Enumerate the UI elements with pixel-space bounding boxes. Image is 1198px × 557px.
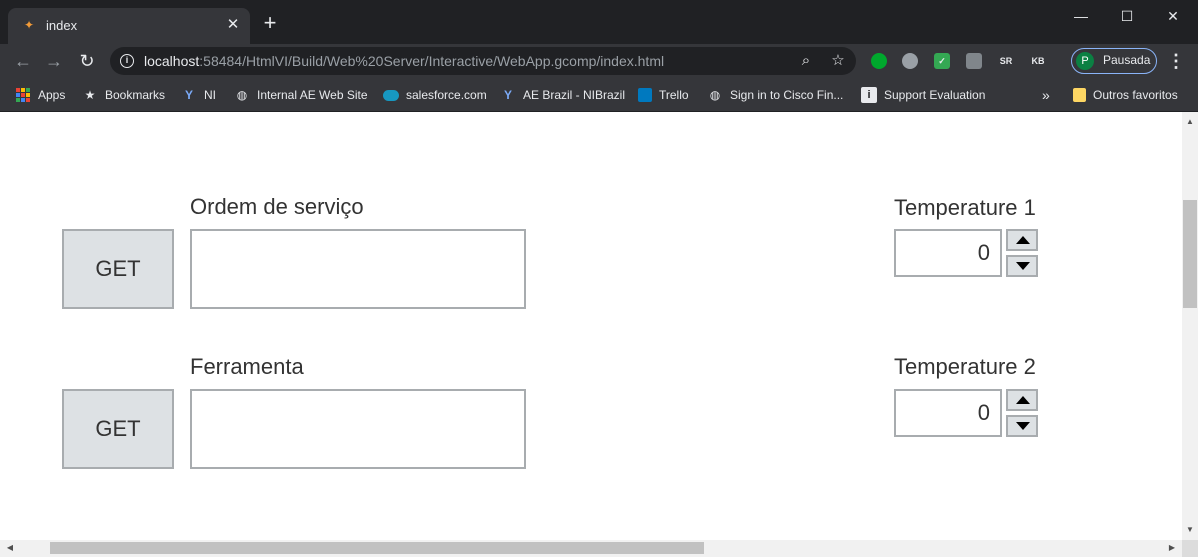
trello-icon [638,88,652,102]
bookmark-label: Trello [659,88,689,102]
reload-icon[interactable]: ↻ [75,49,99,73]
scroll-right-arrow-icon[interactable]: ▶ [1164,540,1180,556]
bookmarks-overflow-chevron-icon[interactable]: » [1042,85,1050,105]
bookmark-internal-ae[interactable]: ◍ Internal AE Web Site [234,85,368,105]
bookmark-label: AE Brazil - NIBrazil [523,88,626,102]
profile-label: Pausada [1103,53,1151,67]
kb-extension-icon[interactable]: KB [1030,53,1046,69]
apps-grid-icon [16,88,30,102]
tab-title: index [46,18,78,33]
title-bar: ✦ index ✕ + — ☐ ✕ [0,0,1198,44]
get-ordem-button[interactable]: GET [62,229,174,309]
temperature-2-decrement[interactable] [1006,415,1038,437]
scroll-down-arrow-icon[interactable]: ▼ [1182,522,1198,538]
bookmark-label: Sign in to Cisco Fin... [730,88,844,102]
folder-icon [1073,88,1086,102]
bookmark-other-favorites[interactable]: Outros favoritos [1073,85,1178,105]
scrollbar-corner [1182,540,1198,557]
ni-icon: Y [503,88,512,102]
star-icon: ★ [84,88,96,102]
temperature-2-numeric[interactable]: 0 [894,389,1002,437]
temperature-1-decrement[interactable] [1006,255,1038,277]
bookmark-ni[interactable]: Y NI [181,85,216,105]
ordem-servico-field[interactable] [190,229,526,309]
bookmark-bookmarks[interactable]: ★ Bookmarks [82,85,165,105]
bookmark-label: NI [204,88,216,102]
back-arrow-icon[interactable]: ← [11,49,35,73]
temperature-2-increment[interactable] [1006,389,1038,411]
arrow-down-icon [1016,422,1030,430]
bookmark-label: Internal AE Web Site [257,88,368,102]
info-icon: i [861,87,877,103]
bookmark-apps[interactable]: Apps [16,85,65,105]
evernote-icon[interactable] [871,53,887,69]
sr-extension-icon[interactable]: SR [998,53,1014,69]
menu-dots-icon[interactable]: ⋮ [1166,49,1186,73]
bookmark-label: Bookmarks [105,88,166,102]
page-content: Ordem de serviço GET Ferramenta GET Temp… [0,112,1182,540]
bookmark-star-icon[interactable]: ☆ [828,51,848,71]
circle-extension-icon[interactable] [902,53,918,69]
temperature-2-label: Temperature 2 [894,354,1036,379]
profile-button[interactable]: P Pausada [1071,48,1157,74]
browser-window: ✦ index ✕ + — ☐ ✕ ← → ↻ i localhost:5848… [0,0,1198,557]
minimize-button[interactable]: — [1058,4,1104,28]
vertical-scrollbar[interactable]: ▲ ▼ [1182,112,1198,540]
bookmark-cisco[interactable]: ◍ Sign in to Cisco Fin... [707,85,844,105]
bookmark-label: Support Evaluation [884,88,986,102]
globe-icon: ◍ [709,88,721,102]
vertical-scroll-thumb[interactable] [1183,200,1197,308]
ferramenta-label: Ferramenta [190,354,304,379]
bookmark-ae-brazil[interactable]: Y AE Brazil - NIBrazil [500,85,625,105]
bookmark-support-evaluation[interactable]: i Support Evaluation [861,85,985,105]
maximize-button[interactable]: ☐ [1104,4,1150,28]
browser-tab[interactable]: ✦ index ✕ [8,8,250,44]
labview-icon: ✦ [23,18,35,32]
arrow-up-icon [1016,396,1030,404]
mail-check-icon[interactable]: ✓ [934,53,950,69]
bookmark-label: Outros favoritos [1093,88,1178,102]
arrow-down-icon [1016,262,1030,270]
browser-toolbar: ← → ↻ i localhost:58484/HtmlVI/Build/Web… [0,44,1198,78]
scroll-left-arrow-icon[interactable]: ◀ [2,540,18,556]
forward-arrow-icon[interactable]: → [42,49,66,73]
scroll-up-arrow-icon[interactable]: ▲ [1182,114,1198,130]
horizontal-scroll-thumb[interactable] [50,542,704,554]
cast-extension-icon[interactable] [966,53,982,69]
avatar: P [1076,52,1094,70]
ferramenta-field[interactable] [190,389,526,469]
bookmark-trello[interactable]: Trello [638,85,689,105]
address-bar[interactable]: i localhost:58484/HtmlVI/Build/Web%20Ser… [110,47,856,75]
url-text[interactable]: localhost:58484/HtmlVI/Build/Web%20Serve… [144,53,664,69]
salesforce-cloud-icon [383,89,399,101]
site-info-icon[interactable]: i [120,54,134,68]
horizontal-scrollbar[interactable]: ◀ ▶ [0,540,1182,557]
globe-icon: ◍ [236,88,248,102]
close-window-button[interactable]: ✕ [1150,4,1196,28]
bookmark-label: Apps [38,88,66,102]
tab-close-icon[interactable]: ✕ [224,16,242,34]
ni-icon: Y [184,88,193,102]
temperature-1-increment[interactable] [1006,229,1038,251]
bookmark-salesforce[interactable]: salesforce.com [383,85,487,105]
ordem-servico-label: Ordem de serviço [190,194,364,219]
zoom-icon[interactable]: ⌕ [796,51,816,71]
arrow-up-icon [1016,236,1030,244]
bookmark-label: salesforce.com [406,88,487,102]
get-ferramenta-button[interactable]: GET [62,389,174,469]
bookmarks-bar: Apps ★ Bookmarks Y NI ◍ Internal AE Web … [0,78,1198,112]
temperature-1-numeric[interactable]: 0 [894,229,1002,277]
temperature-1-label: Temperature 1 [894,195,1036,220]
new-tab-button[interactable]: + [258,12,282,36]
